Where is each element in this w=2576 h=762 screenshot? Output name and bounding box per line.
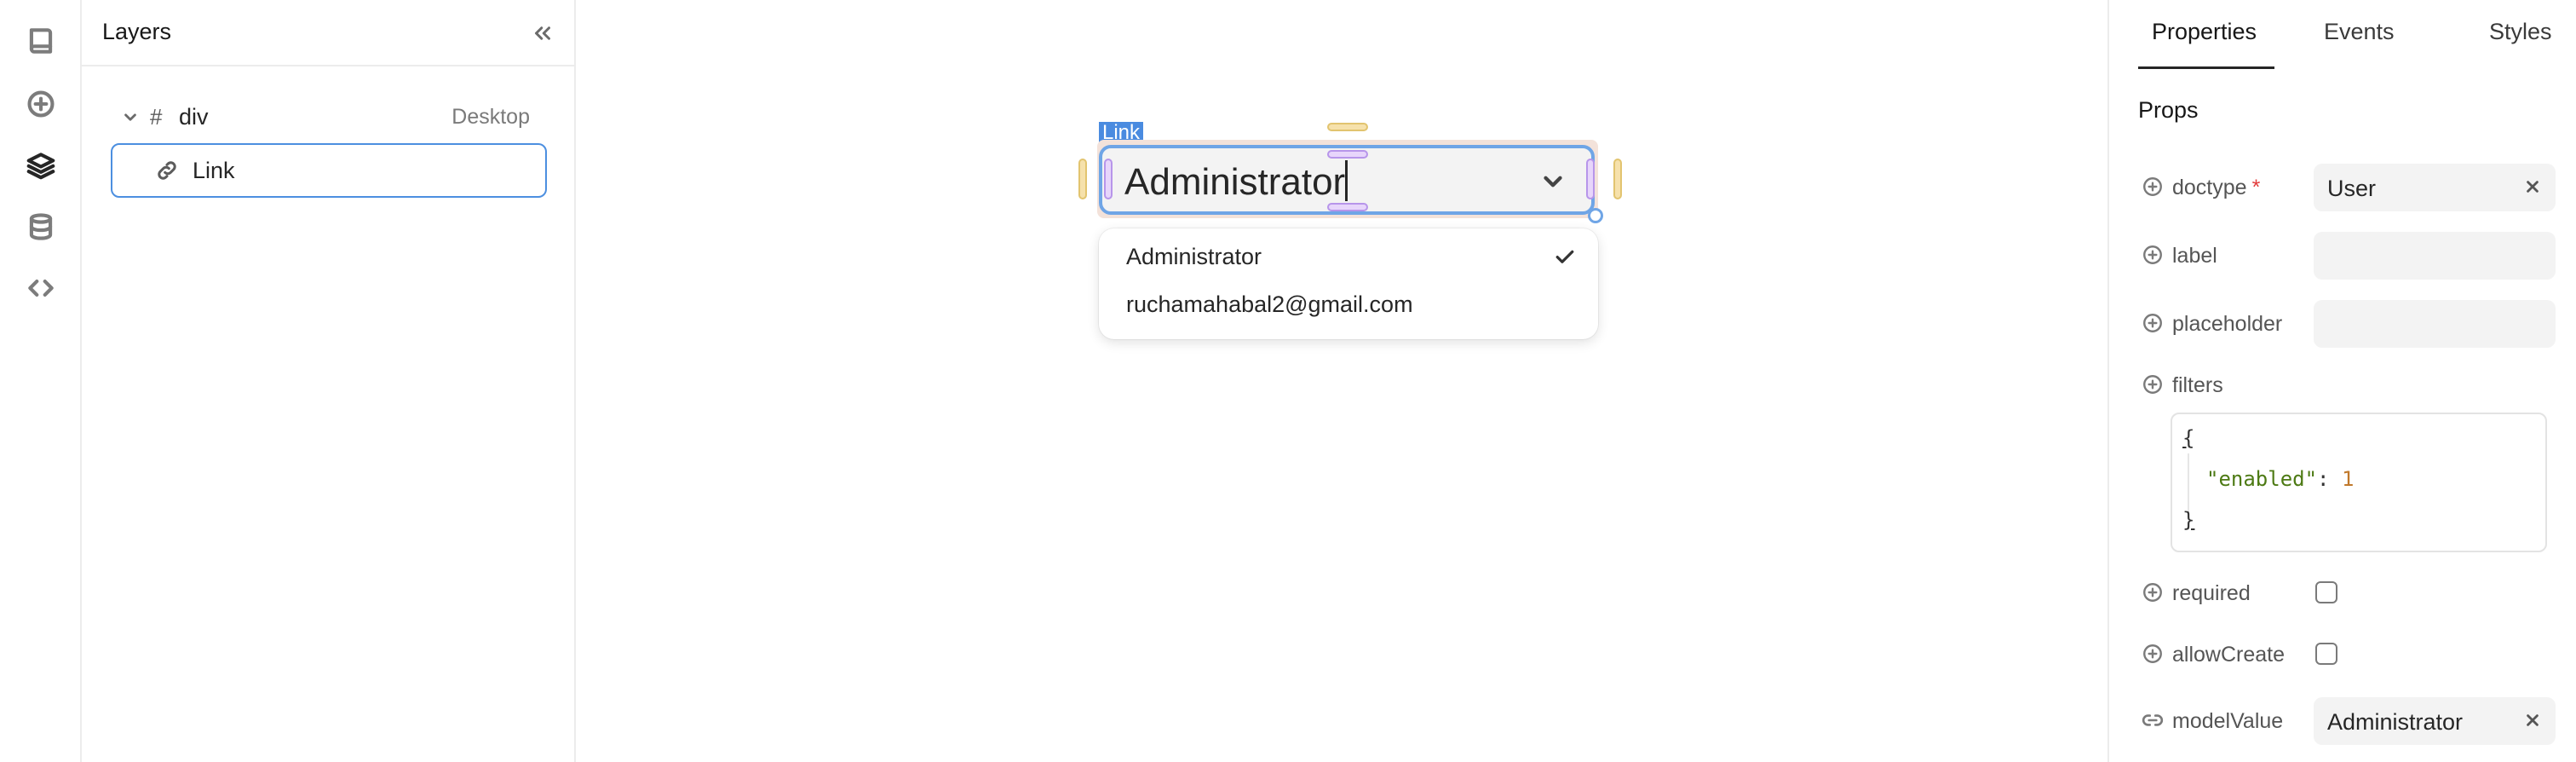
margin-handle-left[interactable] <box>1078 159 1087 199</box>
prop-modelvalue-row: modelValue Administrator <box>2138 697 2556 745</box>
active-tab-indicator <box>2138 66 2274 69</box>
layer-item-div[interactable]: # div Desktop <box>111 90 547 143</box>
prop-required-row: required <box>2138 569 2547 617</box>
plus-circle-icon[interactable] <box>2142 244 2164 266</box>
hash-icon: # <box>150 103 163 130</box>
dropdown-option[interactable]: Administrator <box>1126 244 1262 270</box>
label-input[interactable] <box>2314 232 2556 280</box>
margin-handle-top[interactable] <box>1327 123 1368 131</box>
allowcreate-checkbox[interactable] <box>2315 643 2337 665</box>
prop-label: modelValue <box>2172 709 2284 733</box>
code-line-enabled: "enabled": 1 <box>2206 467 2355 491</box>
layer-name: Link <box>193 157 235 183</box>
text-caret <box>1345 160 1348 201</box>
plus-circle-icon[interactable] <box>2142 581 2164 603</box>
prop-label: required <box>2172 581 2251 605</box>
chevron-down-icon[interactable] <box>119 106 141 128</box>
prop-doctype: doctype * User <box>2138 164 2556 211</box>
plus-circle-icon[interactable] <box>2142 643 2164 665</box>
indent-guide <box>2188 453 2189 513</box>
properties-panel: Properties Events Styles Props doctype * … <box>2107 0 2576 762</box>
book-icon[interactable] <box>20 20 61 61</box>
plus-circle-icon[interactable] <box>2142 176 2164 198</box>
layers-header: Layers <box>82 0 574 66</box>
required-marker: * <box>2251 176 2261 199</box>
plus-circle-icon[interactable] <box>20 84 61 124</box>
modelvalue-input[interactable]: Administrator <box>2314 697 2556 745</box>
placeholder-input[interactable] <box>2314 300 2556 348</box>
layers-panel: Layers # div Desktop Link <box>82 0 576 762</box>
tab-properties[interactable]: Properties <box>2152 19 2257 45</box>
check-icon <box>1552 244 1578 269</box>
plus-circle-icon[interactable] <box>2142 312 2164 334</box>
plus-circle-icon[interactable] <box>2142 373 2164 395</box>
doctype-input[interactable]: User <box>2314 164 2556 211</box>
layer-name: div <box>179 103 209 130</box>
code-brace-open: { <box>2182 426 2195 450</box>
layers-icon[interactable] <box>20 145 61 186</box>
prop-label: doctype * <box>2172 176 2261 199</box>
padding-handle-top[interactable] <box>1327 150 1368 159</box>
tab-events[interactable]: Events <box>2324 19 2395 45</box>
link-dropdown: Administrator ruchamahabal2@gmail.com <box>1099 228 1598 339</box>
layer-breakpoint-tag: Desktop <box>451 104 530 129</box>
tab-styles[interactable]: Styles <box>2489 19 2552 45</box>
props-section-title: Props <box>2138 97 2199 123</box>
prop-placeholder-row: placeholder <box>2138 300 2556 348</box>
panel-tabs: Properties Events Styles <box>2138 0 2552 68</box>
code-brace-close: } <box>2182 508 2195 532</box>
layer-item-link[interactable]: Link <box>111 143 547 198</box>
canvas[interactable]: Link Administrator Administrator ruchama… <box>576 0 2107 762</box>
chevron-down-icon[interactable] <box>1538 167 1567 196</box>
prop-label: filters <box>2172 373 2223 397</box>
prop-label-row: label <box>2138 232 2556 280</box>
prop-label: allowCreate <box>2172 643 2286 667</box>
database-icon[interactable] <box>20 206 61 247</box>
layers-title: Layers <box>102 19 172 44</box>
code-icon[interactable] <box>20 268 61 309</box>
padding-handle-right[interactable] <box>1586 159 1595 199</box>
icon-rail <box>0 0 82 762</box>
prop-filters-row: filters <box>2138 361 2547 409</box>
prop-label: label <box>2172 244 2217 268</box>
filters-code-editor[interactable]: { "enabled": 1 } <box>2171 413 2547 552</box>
close-icon[interactable] <box>2521 709 2544 731</box>
resize-handle[interactable] <box>1588 208 1603 223</box>
prop-label: placeholder <box>2172 312 2283 336</box>
link-icon <box>155 159 179 182</box>
link-icon[interactable] <box>2142 709 2164 731</box>
padding-handle-bottom[interactable] <box>1327 203 1368 211</box>
required-checkbox[interactable] <box>2315 581 2337 603</box>
close-icon[interactable] <box>2521 176 2544 198</box>
margin-handle-right[interactable] <box>1613 159 1622 199</box>
prop-allowcreate-row: allowCreate <box>2138 631 2547 678</box>
chevrons-left-icon[interactable] <box>530 20 555 46</box>
padding-handle-left[interactable] <box>1104 159 1113 199</box>
dropdown-option[interactable]: ruchamahabal2@gmail.com <box>1126 292 1413 318</box>
link-field-value: Administrator <box>1124 160 1348 204</box>
